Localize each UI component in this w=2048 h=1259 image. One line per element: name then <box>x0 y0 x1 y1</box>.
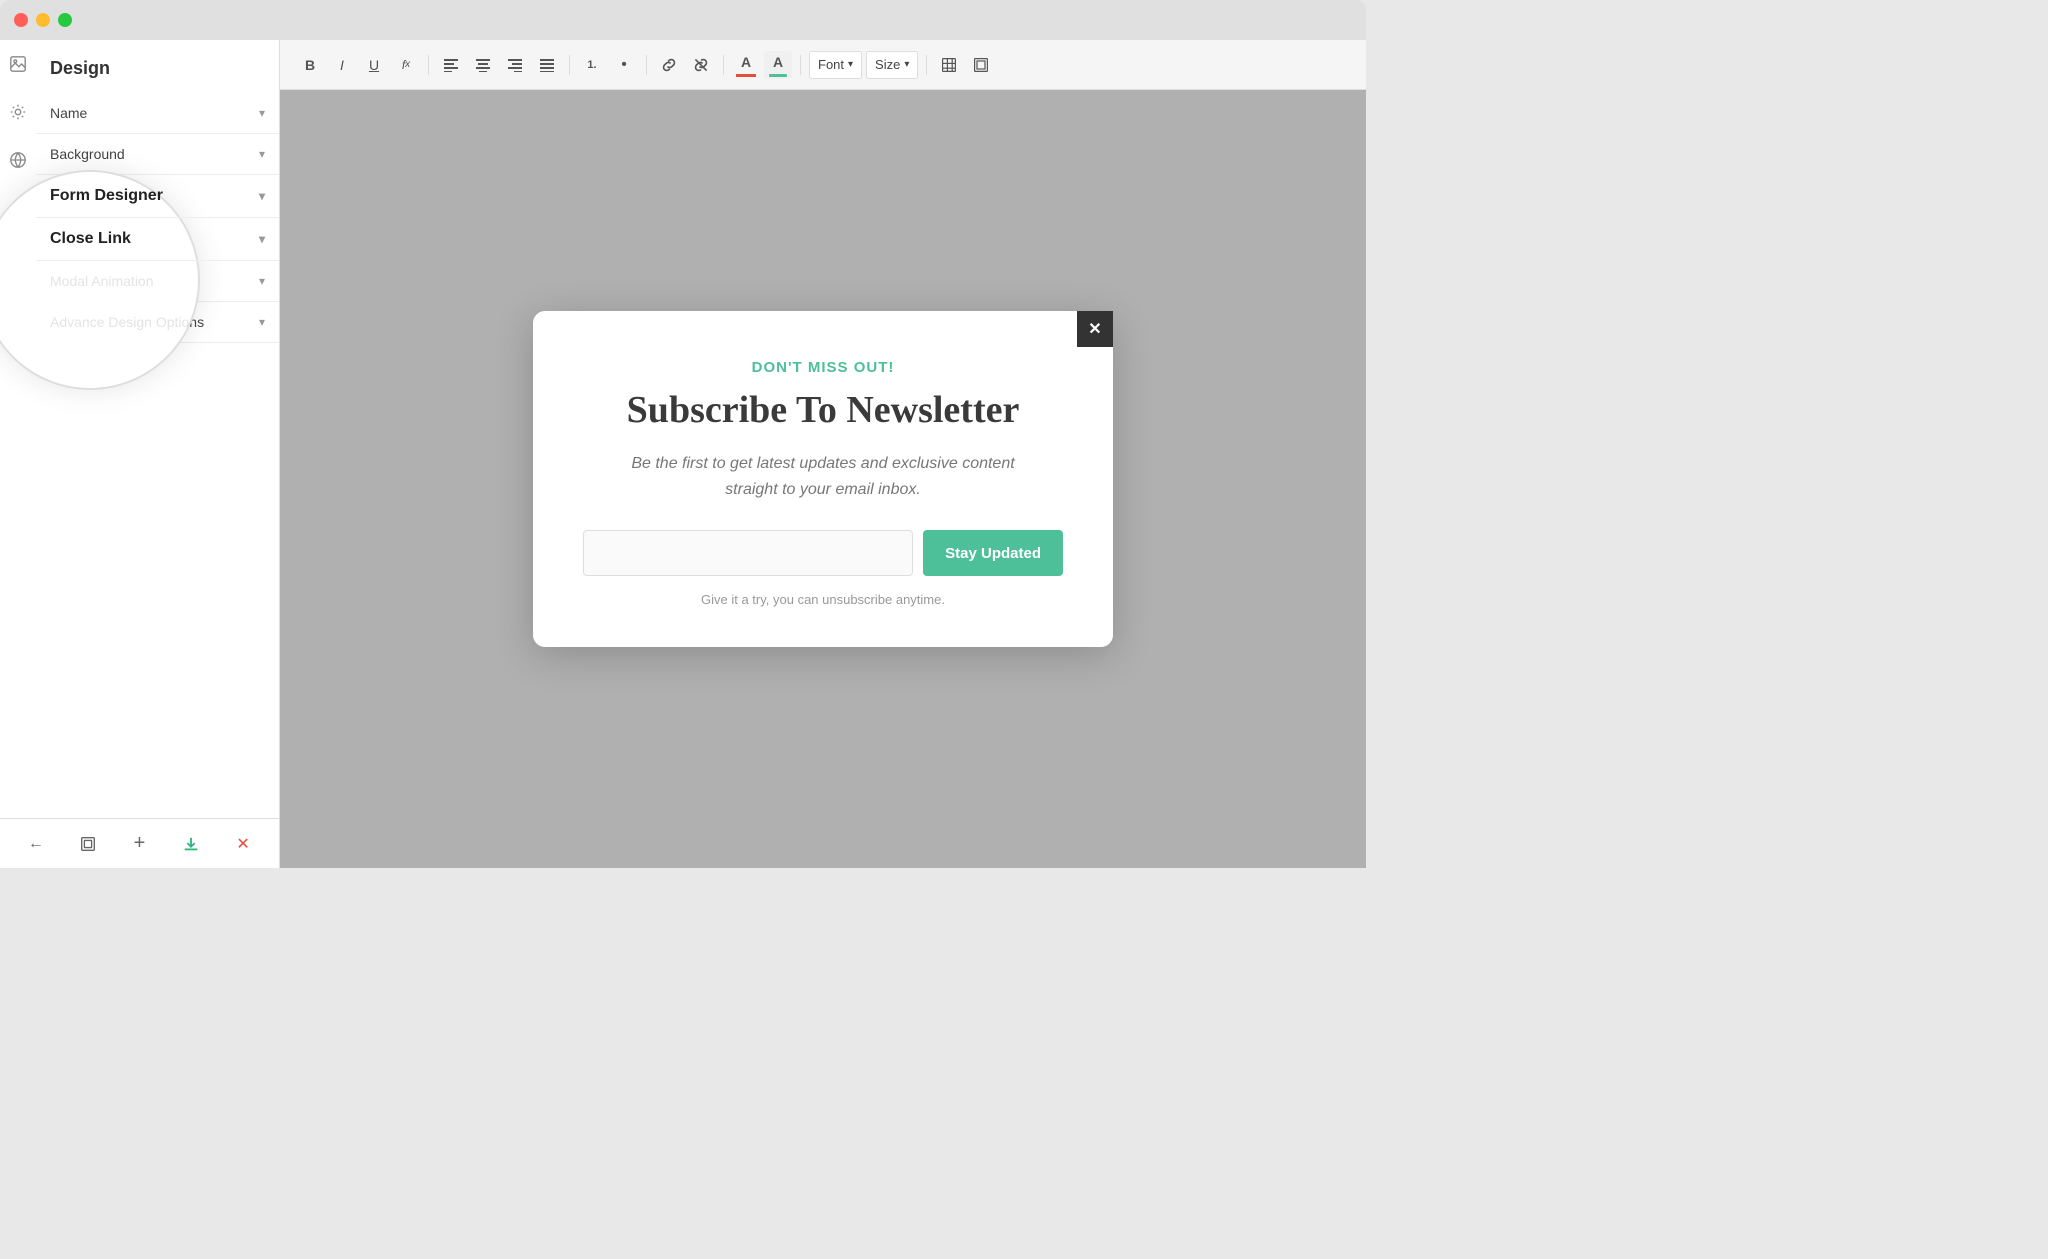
section-form-designer-header[interactable]: Form Designer ▾ <box>36 175 279 217</box>
underline-button[interactable]: U <box>360 51 388 79</box>
maximize-button[interactable] <box>58 13 72 27</box>
section-advance-design-options-header[interactable]: Advance Design Options ▾ <box>36 302 279 342</box>
font-dropdown[interactable]: Font ▾ <box>809 51 862 79</box>
sidebar-title: Design <box>36 48 279 93</box>
main-layout: Design Name ▾ Background ▾ Form Designer… <box>0 40 1366 868</box>
ordered-list-button[interactable]: 1. <box>578 51 606 79</box>
sidebar-content: Design Name ▾ Background ▾ Form Designer… <box>36 40 279 818</box>
image-icon[interactable] <box>4 50 32 78</box>
settings-icon[interactable] <box>4 98 32 126</box>
modal-eyebrow: DON'T MISS OUT! <box>583 359 1063 376</box>
chevron-close-link-icon: ▾ <box>259 232 265 246</box>
font-dropdown-chevron-icon: ▾ <box>848 59 853 70</box>
separator-3 <box>646 55 647 75</box>
modal-close-button[interactable]: ✕ <box>1077 311 1113 347</box>
section-advance-design-options: Advance Design Options ▾ <box>36 302 279 343</box>
section-advance-design-options-label: Advance Design Options <box>50 314 204 330</box>
modal-fine-print: Give it a try, you can unsubscribe anyti… <box>583 592 1063 607</box>
email-input[interactable] <box>583 530 913 576</box>
separator-5 <box>800 55 801 75</box>
chevron-background-icon: ▾ <box>259 147 265 161</box>
font-color-button[interactable]: A <box>732 51 760 79</box>
section-form-designer: Form Designer ▾ <box>36 175 279 218</box>
modal-subtext: Be the first to get latest updates and e… <box>583 451 1063 502</box>
window-controls <box>14 13 72 27</box>
section-close-link-label: Close Link <box>50 230 131 248</box>
download-button[interactable] <box>176 829 206 859</box>
sidebar-bottom-toolbar: ← + ✕ <box>0 818 279 868</box>
size-dropdown-label: Size <box>875 57 900 72</box>
section-modal-animation-header[interactable]: Modal Animation ▾ <box>36 261 279 301</box>
align-right-button[interactable] <box>501 51 529 79</box>
delete-button[interactable]: ✕ <box>228 829 258 859</box>
table-button[interactable] <box>935 51 963 79</box>
section-close-link: Close Link ▾ <box>36 218 279 261</box>
add-button[interactable]: + <box>124 829 154 859</box>
align-center-button[interactable] <box>469 51 497 79</box>
content-area: B I U fx 1. • <box>280 40 1366 868</box>
align-left-button[interactable] <box>437 51 465 79</box>
minimize-button[interactable] <box>36 13 50 27</box>
modal-form-row: Stay Updated <box>583 530 1063 576</box>
chevron-form-designer-icon: ▾ <box>259 189 265 203</box>
separator-2 <box>569 55 570 75</box>
frame-button[interactable] <box>73 829 103 859</box>
section-close-link-header[interactable]: Close Link ▾ <box>36 218 279 260</box>
separator-4 <box>723 55 724 75</box>
align-justify-button[interactable] <box>533 51 561 79</box>
chevron-name-icon: ▾ <box>259 106 265 120</box>
back-button[interactable]: ← <box>21 829 51 859</box>
section-modal-animation: Modal Animation ▾ <box>36 261 279 302</box>
size-dropdown[interactable]: Size ▾ <box>866 51 918 79</box>
source-button[interactable] <box>967 51 995 79</box>
highlight-button[interactable]: A <box>764 51 792 79</box>
separator-1 <box>428 55 429 75</box>
separator-6 <box>926 55 927 75</box>
modal-headline: Subscribe To Newsletter <box>583 388 1063 434</box>
chevron-modal-animation-icon: ▾ <box>259 274 265 288</box>
editor-toolbar: B I U fx 1. • <box>280 40 1366 90</box>
section-name-header[interactable]: Name ▾ <box>36 93 279 133</box>
unordered-list-button[interactable]: • <box>610 51 638 79</box>
italic-button[interactable]: I <box>328 51 356 79</box>
submit-button[interactable]: Stay Updated <box>923 530 1063 576</box>
title-bar <box>0 0 1366 40</box>
globe-preview-icon[interactable] <box>4 146 32 174</box>
close-button[interactable] <box>14 13 28 27</box>
section-background: Background ▾ <box>36 134 279 175</box>
size-dropdown-chevron-icon: ▾ <box>904 59 909 70</box>
canvas-area: ✕ DON'T MISS OUT! Subscribe To Newslette… <box>280 90 1366 868</box>
link-button[interactable] <box>655 51 683 79</box>
chevron-advance-design-options-icon: ▾ <box>259 315 265 329</box>
section-name: Name ▾ <box>36 93 279 134</box>
section-name-label: Name <box>50 105 87 121</box>
section-background-header[interactable]: Background ▾ <box>36 134 279 174</box>
section-background-label: Background <box>50 146 125 162</box>
strikethrough-button[interactable]: fx <box>392 51 420 79</box>
sidebar-icons <box>0 40 36 174</box>
bold-button[interactable]: B <box>296 51 324 79</box>
section-modal-animation-label: Modal Animation <box>50 273 154 289</box>
font-dropdown-label: Font <box>818 57 844 72</box>
sidebar: Design Name ▾ Background ▾ Form Designer… <box>0 40 280 868</box>
unlink-button[interactable] <box>687 51 715 79</box>
modal-popup: ✕ DON'T MISS OUT! Subscribe To Newslette… <box>533 311 1113 648</box>
section-form-designer-label: Form Designer <box>50 187 163 205</box>
